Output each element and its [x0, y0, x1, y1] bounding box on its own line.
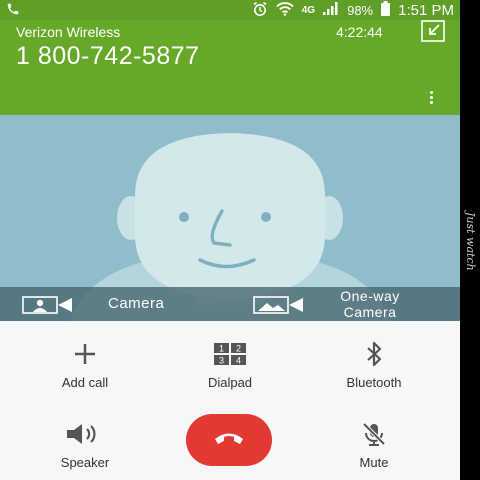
one-way-label-line1: One-way [340, 288, 400, 304]
call-header: Verizon Wireless 1 800-742-5877 4:22:44 [0, 20, 460, 115]
phone-call-icon [6, 2, 20, 19]
camera-button[interactable]: Camera [108, 295, 164, 312]
battery-percent: 98% [347, 2, 374, 18]
speaker-button[interactable]: Speaker [15, 419, 155, 470]
one-way-camera-icon[interactable] [253, 296, 305, 319]
bluetooth-icon [304, 339, 444, 369]
dialpad-button[interactable]: 1 2 3 4 Dialpad [160, 339, 300, 390]
end-call-icon [212, 430, 246, 451]
dialpad-icon: 1 2 3 4 [160, 339, 300, 369]
wifi-icon [276, 1, 294, 19]
bluetooth-label: Bluetooth [346, 375, 402, 390]
dialpad-key-2: 2 [236, 344, 241, 354]
phone-number: 1 800-742-5877 [16, 42, 200, 70]
add-call-button[interactable]: Add call [15, 339, 155, 390]
network-type: 4G [301, 4, 316, 16]
dialpad-key-1: 1 [219, 344, 224, 354]
mute-button[interactable]: Mute [304, 419, 444, 470]
status-time: 1:51 PM [398, 1, 454, 19]
call-screen: 4G 98% 1:51 PM Verizon Wireless 1 800-74… [0, 0, 460, 480]
add-call-label: Add call [61, 375, 109, 390]
add-icon [15, 339, 155, 369]
one-way-camera-button[interactable]: One-way Camera [320, 288, 420, 320]
dialpad-key-4: 4 [236, 356, 241, 366]
bluetooth-button[interactable]: Bluetooth [304, 339, 444, 390]
more-options-icon[interactable] [424, 90, 438, 108]
call-timer: 4:22:44 [336, 24, 383, 40]
mute-label: Mute [359, 455, 389, 470]
camera-icon[interactable] [22, 296, 74, 319]
battery-icon [381, 1, 391, 19]
end-call-button[interactable] [186, 414, 272, 466]
side-edge-text: Just watch [464, 212, 477, 271]
video-call-bar: Camera One-way Camera [0, 287, 460, 321]
mute-icon [304, 419, 444, 449]
alarm-icon [252, 1, 268, 20]
signal-icon [323, 2, 339, 18]
status-bar: 4G 98% 1:51 PM [0, 0, 460, 20]
dialpad-key-3: 3 [219, 356, 224, 366]
call-controls: Add call 1 2 3 4 Dialpad Bluetooth Speak… [0, 321, 460, 480]
one-way-label-line2: Camera [343, 304, 397, 320]
minimize-call-button[interactable] [421, 20, 445, 42]
dialpad-label: Dialpad [207, 375, 253, 390]
carrier-name: Verizon Wireless [16, 24, 121, 40]
speaker-label: Speaker [60, 455, 110, 470]
speaker-icon [15, 419, 155, 449]
